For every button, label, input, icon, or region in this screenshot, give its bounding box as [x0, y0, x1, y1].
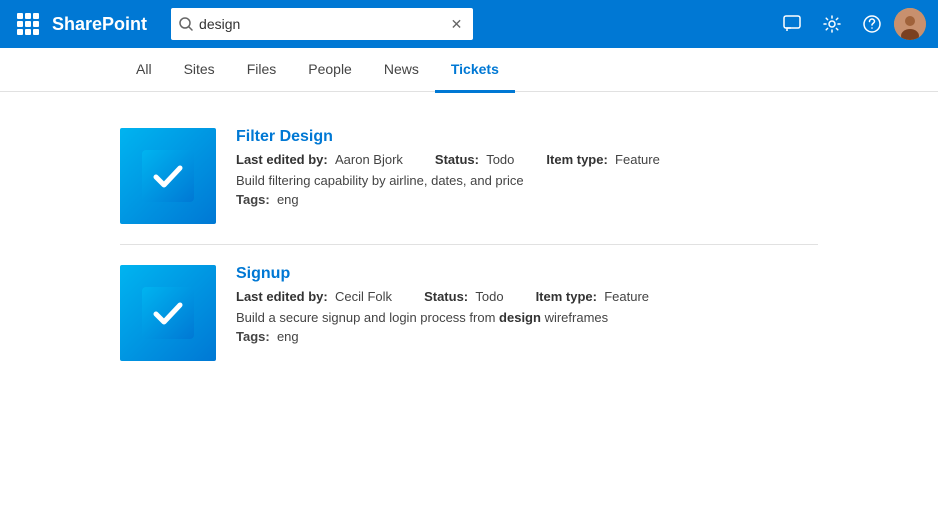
- search-box: design ✕: [171, 8, 472, 40]
- result-content-2: Signup Last edited by: Cecil Folk Status…: [236, 265, 818, 344]
- desc-highlight-2: design: [499, 310, 541, 325]
- settings-button[interactable]: [814, 6, 850, 42]
- result-meta-2: Last edited by: Cecil Folk Status: Todo …: [236, 289, 818, 304]
- result-tags-1: Tags: eng: [236, 192, 818, 207]
- tab-people[interactable]: People: [292, 49, 368, 93]
- results-area: Filter Design Last edited by: Aaron Bjor…: [0, 92, 938, 381]
- result-title-2[interactable]: Signup: [236, 265, 818, 283]
- result-item-2: Signup Last edited by: Cecil Folk Status…: [120, 245, 818, 381]
- help-icon: [863, 15, 881, 33]
- last-edited-label-2: Last edited by: Cecil Folk: [236, 289, 392, 304]
- tab-tickets[interactable]: Tickets: [435, 49, 515, 93]
- result-title-1[interactable]: Filter Design: [236, 128, 818, 146]
- item-type-2: Item type: Feature: [536, 289, 649, 304]
- result-content-1: Filter Design Last edited by: Aaron Bjor…: [236, 128, 818, 207]
- desc-before-2: Build a secure signup and login process …: [236, 310, 499, 325]
- search-input[interactable]: design: [199, 16, 442, 32]
- result-desc-2: Build a secure signup and login process …: [236, 310, 818, 325]
- status-2: Status: Todo: [424, 289, 504, 304]
- result-item-1: Filter Design Last edited by: Aaron Bjor…: [120, 108, 818, 245]
- result-tags-2: Tags: eng: [236, 329, 818, 344]
- result-thumbnail-1: [120, 128, 216, 224]
- nav-tabs: All Sites Files People News Tickets: [0, 48, 938, 92]
- result-meta-1: Last edited by: Aaron Bjork Status: Todo…: [236, 152, 818, 167]
- checkmark-icon-2: [142, 287, 194, 339]
- chat-button[interactable]: [774, 6, 810, 42]
- result-thumbnail-2: [120, 265, 216, 361]
- result-desc-1: Build filtering capability by airline, d…: [236, 173, 818, 188]
- desc-after-2: wireframes: [541, 310, 608, 325]
- chat-icon: [783, 15, 801, 33]
- tab-files[interactable]: Files: [231, 49, 293, 93]
- tab-sites[interactable]: Sites: [168, 49, 231, 93]
- header-icons: [774, 6, 926, 42]
- checkmark-icon: [142, 150, 194, 202]
- tab-all[interactable]: All: [120, 49, 168, 93]
- avatar-image: [894, 8, 926, 40]
- clear-search-button[interactable]: ✕: [449, 16, 465, 32]
- tab-news[interactable]: News: [368, 49, 435, 93]
- avatar[interactable]: [894, 8, 926, 40]
- header: SharePoint design ✕: [0, 0, 938, 48]
- item-type-1: Item type: Feature: [546, 152, 659, 167]
- search-icon: [179, 17, 193, 31]
- gear-icon: [823, 15, 841, 33]
- waffle-button[interactable]: [12, 8, 44, 40]
- status-1: Status: Todo: [435, 152, 515, 167]
- brand-name[interactable]: SharePoint: [52, 14, 147, 35]
- help-button[interactable]: [854, 6, 890, 42]
- last-edited-label-1: Last edited by: Aaron Bjork: [236, 152, 403, 167]
- waffle-icon: [17, 13, 39, 35]
